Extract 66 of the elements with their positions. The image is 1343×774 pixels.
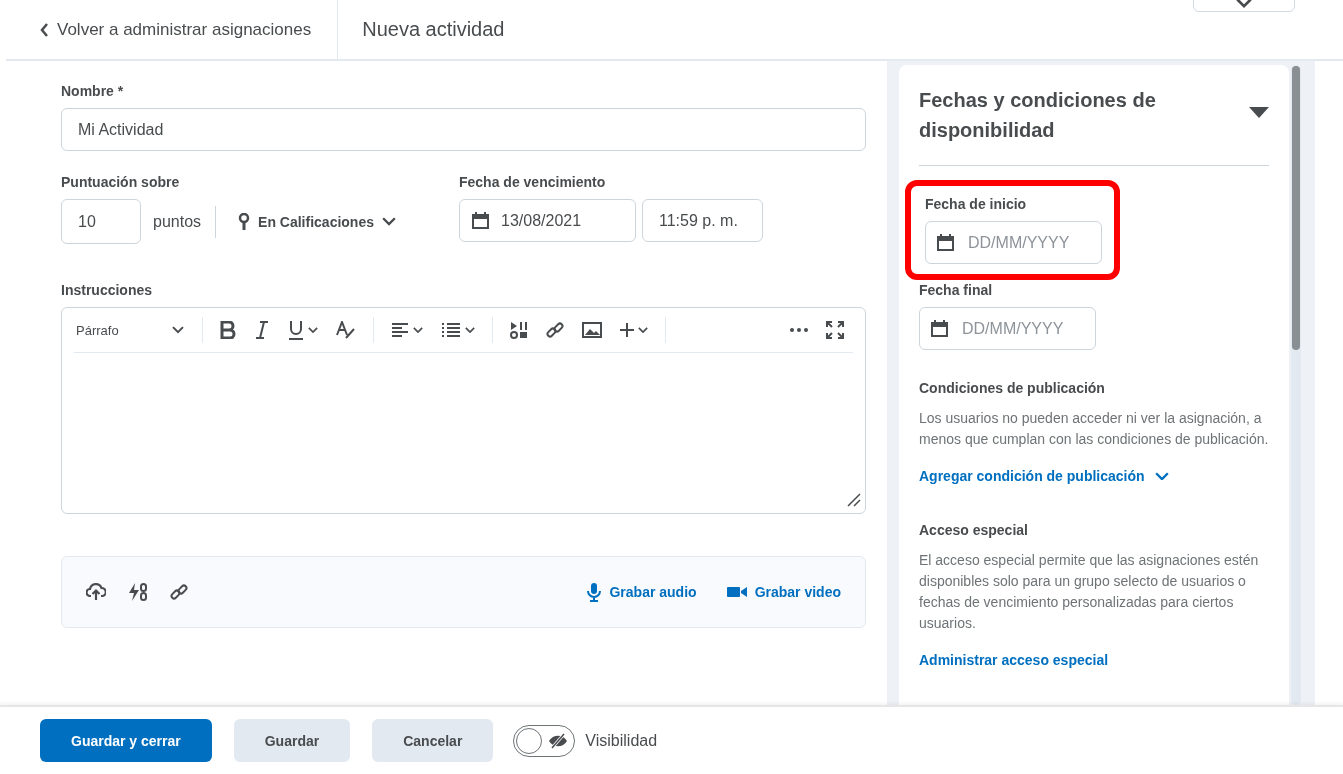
page-title: Nueva actividad — [361, 17, 505, 42]
chevron-down-icon — [382, 217, 396, 226]
bold-icon[interactable] — [220, 321, 236, 339]
section-title: Fechas y condiciones de disponibilidad — [919, 88, 1157, 143]
more-icon[interactable] — [790, 328, 808, 332]
description-text: Los usuarios no pueden acceder ni ver la asignación, a menos que cumplan con las condiciones de publicación. — [919, 409, 1269, 449]
footer-button[interactable]: Guardar y cerrar — [40, 719, 212, 762]
image-icon[interactable] — [582, 322, 602, 338]
chevron-down-icon — [638, 327, 648, 333]
section-heading: Condiciones de publicación — [919, 380, 1106, 396]
underline-icon[interactable] — [288, 320, 304, 340]
media-icon[interactable] — [510, 321, 528, 339]
text-style-icon[interactable] — [336, 321, 356, 339]
field-label: Instrucciones — [61, 282, 154, 298]
chevron-left-icon — [40, 22, 49, 37]
list-icon[interactable] — [441, 322, 461, 338]
hidden-eye-icon — [548, 732, 569, 749]
upload-icon[interactable] — [86, 583, 106, 601]
date-field[interactable]: DD/MM/YYYY — [925, 221, 1102, 264]
footer-button[interactable]: Guardar — [233, 719, 351, 762]
field-label: Nombre * — [61, 83, 125, 99]
caret-icon[interactable] — [1249, 107, 1269, 118]
date-field[interactable]: 13/08/2021 — [459, 199, 636, 242]
toggle-label: Visibilidad — [585, 731, 658, 750]
score-field[interactable]: 10 — [61, 199, 141, 244]
description-text: El acceso especial permite que las asignaciones estén disponibles solo para un grupo selecto de usuarios o fechas de vencimiento personalizadas para ciertos usuarios. — [919, 551, 1260, 633]
name-field[interactable]: Mi Actividad — [61, 108, 866, 151]
microphone-icon — [587, 582, 602, 602]
video-camera-icon — [726, 586, 747, 598]
calendar-icon — [931, 320, 948, 337]
calendar-icon — [937, 234, 954, 251]
calendar-icon — [472, 212, 489, 229]
field-label: Puntuación sobre — [61, 174, 181, 190]
resize-handle-icon[interactable] — [847, 493, 861, 507]
plus-icon[interactable] — [620, 323, 634, 337]
text-editor[interactable]: Párrafo — [61, 307, 866, 514]
bolt-link-icon[interactable] — [128, 582, 148, 602]
chevron-down-icon — [308, 327, 318, 333]
footer-button[interactable]: Cancelar — [372, 719, 494, 762]
pin-icon — [238, 212, 251, 231]
link-icon[interactable] — [170, 583, 188, 601]
scrollbar[interactable] — [1291, 65, 1301, 705]
back-link[interactable]: Volver a administrar asignaciones — [6, 0, 339, 59]
unit-label: puntos — [153, 212, 202, 231]
italic-icon[interactable] — [254, 321, 270, 339]
action-link[interactable]: Administrar acceso especial — [919, 652, 1109, 668]
field-label: Fecha final — [919, 282, 994, 298]
gradebook-dropdown[interactable]: En Calificaciones — [238, 212, 396, 231]
align-icon[interactable] — [391, 322, 409, 338]
format-dropdown[interactable]: Párrafo — [74, 322, 194, 338]
date-field[interactable]: DD/MM/YYYY — [919, 307, 1096, 350]
record-link[interactable]: Grabar audio — [587, 582, 697, 602]
fullscreen-icon[interactable] — [826, 321, 844, 339]
record-link[interactable]: Grabar video — [726, 584, 841, 600]
field-label: Fecha de vencimiento — [459, 174, 607, 190]
visibility-toggle[interactable] — [513, 724, 576, 757]
action-link[interactable]: Agregar condición de publicación — [919, 468, 1169, 484]
section-heading: Acceso especial — [919, 522, 1029, 538]
link-icon[interactable] — [546, 321, 564, 339]
chevron-down-icon — [1236, 0, 1252, 8]
chevron-down-icon — [1154, 471, 1169, 481]
chevron-down-icon — [172, 326, 184, 334]
chevron-down-icon — [465, 327, 475, 333]
chevron-down-icon — [413, 327, 423, 333]
field-label: Fecha de inicio — [925, 196, 1028, 212]
time-field[interactable]: 11:59 p. m. — [642, 199, 763, 242]
